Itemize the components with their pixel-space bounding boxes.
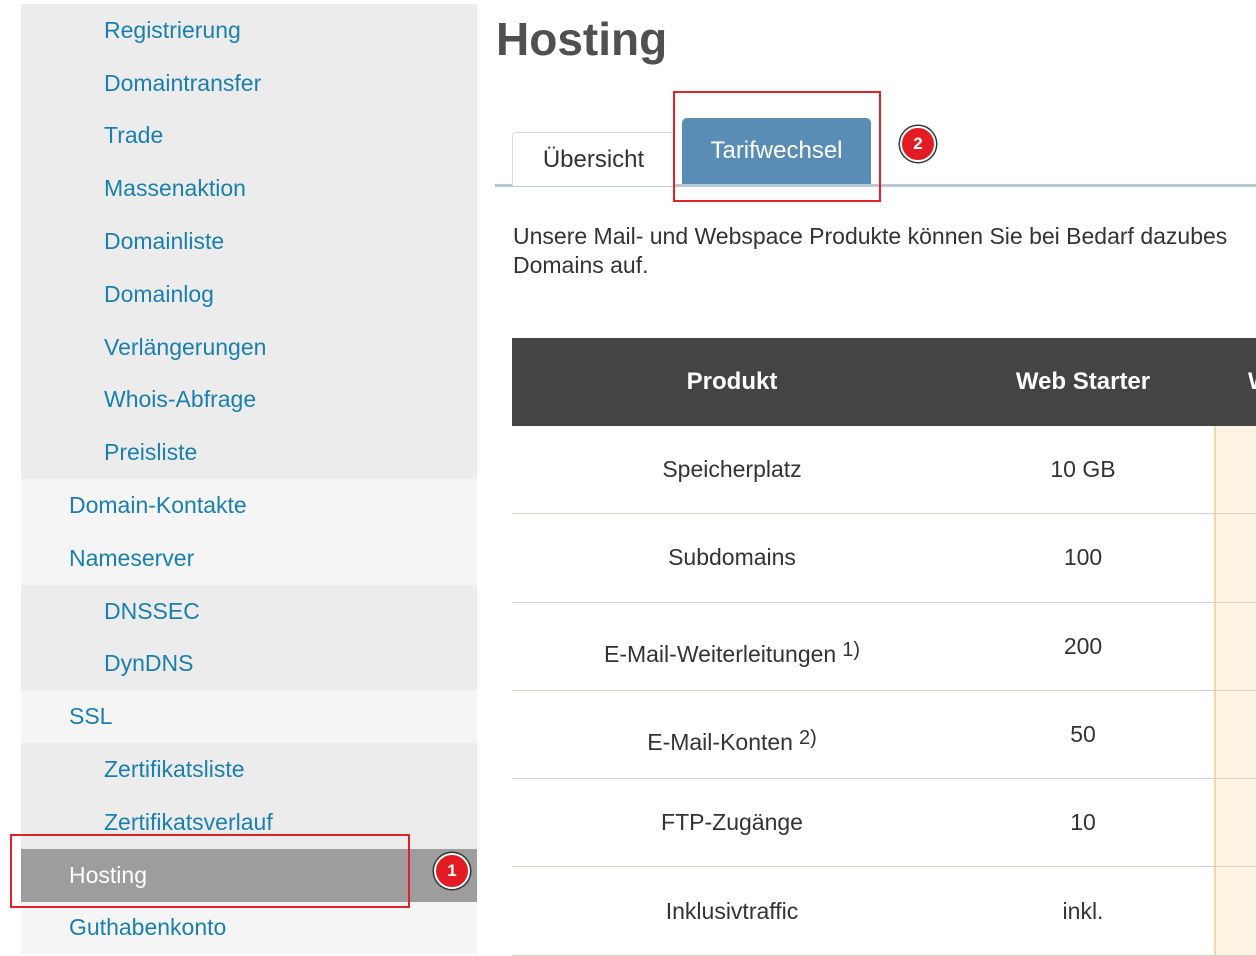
- page-title: Hosting: [496, 13, 668, 65]
- sidebar-item-nameserver[interactable]: Nameserver: [21, 531, 477, 585]
- value-cell: 100: [1063, 544, 1103, 571]
- sidebar-item-dyndns[interactable]: DynDNS: [21, 637, 477, 691]
- feature-cell: E-Mail-Konten 2): [512, 713, 952, 756]
- sidebar-item-domainlog[interactable]: Domainlog: [21, 267, 477, 321]
- value-cell: inkl.: [1062, 897, 1104, 924]
- feature-label: Inklusivtraffic: [665, 897, 799, 924]
- feature-cell: Subdomains: [512, 544, 952, 571]
- feature-cell: Speicherplatz: [512, 456, 952, 483]
- tab-tarifwechsel[interactable]: Tarifwechsel: [682, 118, 871, 184]
- tab-uebersicht[interactable]: Übersicht: [512, 132, 675, 186]
- feature-cell: FTP-Zugänge: [512, 809, 952, 836]
- value-cell: 50: [1070, 721, 1096, 748]
- feature-label: Speicherplatz: [662, 456, 802, 483]
- sidebar-item-massenaktion[interactable]: Massenaktion: [21, 162, 477, 216]
- table-row: Speicherplatz 10 GB: [512, 426, 1256, 515]
- value-cell: 10: [1070, 809, 1096, 836]
- feature-label: FTP-Zugänge: [661, 809, 803, 836]
- header-next-plan: W: [1248, 338, 1256, 426]
- sidebar-item-verlaengerungen[interactable]: Verlängerungen: [21, 320, 477, 374]
- feature-label: E-Mail-Weiterleitungen: [603, 640, 837, 667]
- feature-cell: Inklusivtraffic: [512, 898, 952, 925]
- sidebar-item-trade[interactable]: Trade: [21, 109, 477, 163]
- intro-text: Unsere Mail- und Webspace Produkte könne…: [513, 222, 1256, 280]
- highlight-column-cell: [1214, 867, 1256, 955]
- feature-label: E-Mail-Konten: [647, 729, 793, 756]
- sidebar-nav: Registrierung Domaintransfer Trade Masse…: [21, 4, 477, 955]
- table-row: FTP-Zugänge 10: [512, 779, 1256, 868]
- value-cell: 200: [1063, 632, 1103, 659]
- intro-line-2: Domains auf.: [513, 252, 649, 278]
- highlight-column-cell: [1214, 514, 1256, 602]
- header-web-starter: Web Starter: [1015, 368, 1151, 395]
- feature-label: Subdomains: [668, 544, 796, 571]
- sidebar-item-preisliste[interactable]: Preisliste: [21, 426, 477, 480]
- table-row: Subdomains 100: [512, 514, 1256, 603]
- footnote-marker: 2): [798, 727, 817, 750]
- annotation-badge-2: 2: [900, 126, 936, 162]
- intro-line-1: Unsere Mail- und Webspace Produkte könne…: [513, 223, 1228, 249]
- table-row: E-Mail-Konten 2) 50: [512, 690, 1256, 780]
- header-produkt: Produkt: [686, 368, 778, 395]
- footnote-marker: 1): [842, 638, 861, 661]
- annotation-badge-1: 1: [434, 853, 470, 889]
- sidebar-item-hosting[interactable]: Hosting: [21, 848, 477, 902]
- highlight-column-cell: [1214, 426, 1256, 514]
- feature-cell: E-Mail-Weiterleitungen 1): [512, 625, 952, 668]
- highlight-column-cell: [1214, 779, 1256, 867]
- sidebar-item-registrierung[interactable]: Registrierung: [21, 4, 477, 57]
- sidebar-item-domaintransfer[interactable]: Domaintransfer: [21, 56, 477, 110]
- sidebar-item-dnssec[interactable]: DNSSEC: [21, 584, 477, 638]
- table-row: Inklusivtraffic inkl.: [512, 867, 1256, 956]
- sidebar-item-zertifikatsverlauf[interactable]: Zertifikatsverlauf: [21, 795, 477, 849]
- value-cell: 10 GB: [1050, 456, 1116, 483]
- table-row: E-Mail-Weiterleitungen 1) 200: [512, 602, 1256, 691]
- highlight-column-cell: [1214, 690, 1256, 779]
- sidebar-item-zertifikatsliste[interactable]: Zertifikatsliste: [21, 743, 477, 796]
- sidebar-item-guthabenkonto[interactable]: Guthabenkonto: [21, 901, 477, 955]
- product-comparison-table: Produkt Web Starter W Speicherplatz 10 G…: [512, 338, 1256, 956]
- sidebar-item-domain-kontakte[interactable]: Domain-Kontakte: [21, 479, 477, 532]
- sidebar-item-whois-abfrage[interactable]: Whois-Abfrage: [21, 373, 477, 427]
- sidebar-item-ssl[interactable]: SSL: [21, 690, 477, 744]
- sidebar-item-domainliste[interactable]: Domainliste: [21, 215, 477, 268]
- highlight-column-cell: [1214, 602, 1256, 690]
- table-header: Produkt Web Starter W: [512, 338, 1256, 426]
